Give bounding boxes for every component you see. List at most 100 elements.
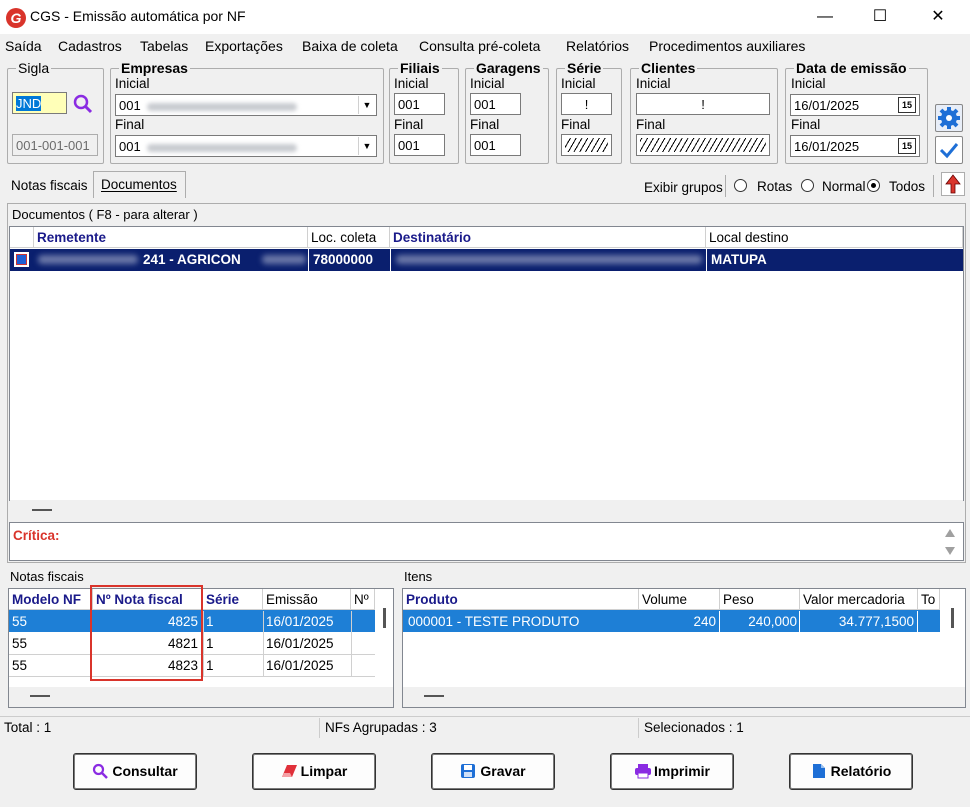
menu-cadastros[interactable]: Cadastros bbox=[58, 38, 122, 54]
data-final-input[interactable]: 16/01/2025 15 bbox=[790, 135, 920, 157]
cell-modelo: 55 bbox=[12, 658, 28, 673]
maximize-button[interactable]: ☐ bbox=[870, 8, 890, 26]
filial-final-input[interactable]: 001 bbox=[394, 134, 445, 156]
cliente-inicial-input[interactable]: ! bbox=[636, 93, 770, 115]
col-header-local-destino[interactable]: Local destino bbox=[706, 227, 963, 248]
cell-emissao: 16/01/2025 bbox=[266, 658, 334, 673]
document-icon bbox=[811, 757, 827, 778]
menu-tabelas[interactable]: Tabelas bbox=[140, 38, 188, 54]
close-button[interactable]: ✕ bbox=[928, 8, 948, 26]
tab-documentos[interactable]: Documentos bbox=[93, 171, 186, 198]
clientes-legend: Clientes bbox=[639, 60, 698, 76]
data-inicial-label: Inicial bbox=[791, 76, 826, 91]
row-checkbox[interactable] bbox=[13, 251, 30, 268]
col-sep bbox=[351, 611, 352, 677]
menu-exportacoes[interactable]: Exportações bbox=[205, 38, 283, 54]
menu-saida[interactable]: Saída bbox=[5, 38, 42, 54]
radio-todos[interactable] bbox=[867, 179, 880, 192]
status-agrupadas: NFs Agrupadas : 3 bbox=[321, 718, 639, 738]
app-logo-icon: G bbox=[6, 8, 26, 28]
col-sep bbox=[263, 611, 264, 677]
col-sep bbox=[390, 249, 391, 271]
scroll-up-icon[interactable] bbox=[944, 527, 956, 539]
garagem-inicial-input[interactable]: 001 bbox=[470, 93, 521, 115]
menu-consulta-pre-coleta[interactable]: Consulta pré-coleta bbox=[419, 38, 540, 54]
serie-final-label: Final bbox=[561, 117, 591, 132]
empresas-legend: Empresas bbox=[119, 60, 190, 76]
col-header-emissao[interactable]: Emissão bbox=[263, 589, 351, 610]
col-header-total[interactable]: To bbox=[918, 589, 940, 610]
horizontal-scrollbar[interactable] bbox=[424, 695, 444, 697]
radio-normal[interactable] bbox=[801, 179, 814, 192]
limpar-button[interactable]: Limpar bbox=[252, 753, 376, 790]
menu-relatorios[interactable]: Relatórios bbox=[566, 38, 629, 54]
clientes-inicial-label: Inicial bbox=[636, 76, 671, 91]
search-icon bbox=[92, 757, 109, 779]
vertical-scrollbar[interactable] bbox=[951, 608, 954, 628]
data-inicial-input[interactable]: 16/01/2025 15 bbox=[790, 94, 920, 116]
col-header-produto[interactable]: Produto bbox=[403, 589, 639, 610]
vertical-scrollbar[interactable] bbox=[383, 608, 386, 628]
empresas-inicial-label: Inicial bbox=[115, 76, 150, 91]
empresa-inicial-value: 001 bbox=[119, 98, 141, 113]
relatorio-button[interactable]: Relatório bbox=[789, 753, 913, 790]
col-header-serie[interactable]: Série bbox=[203, 589, 263, 610]
col-header-destinatario[interactable]: Destinatário bbox=[390, 227, 706, 248]
cell-serie: 1 bbox=[206, 658, 214, 673]
relatorio-label: Relatório bbox=[830, 763, 892, 779]
col-sep bbox=[799, 611, 800, 632]
sigla-input[interactable]: JND bbox=[12, 92, 67, 114]
gear-icon[interactable] bbox=[935, 104, 963, 132]
serie-final-input[interactable] bbox=[561, 134, 612, 156]
menu-procedimentos[interactable]: Procedimentos auxiliares bbox=[649, 38, 805, 54]
horizontal-scrollbar[interactable] bbox=[30, 695, 50, 697]
cell-modelo: 55 bbox=[12, 636, 28, 651]
empresa-inicial-select[interactable]: 001 ▼ bbox=[115, 94, 377, 116]
col-header-peso[interactable]: Peso bbox=[720, 589, 800, 610]
empresa-final-select[interactable]: 001 ▼ bbox=[115, 135, 377, 157]
cell-local-destino: MATUPA bbox=[711, 252, 767, 267]
serie-legend: Série bbox=[565, 60, 604, 76]
radio-rotas[interactable] bbox=[734, 179, 747, 192]
serie-inicial-input[interactable]: ! bbox=[561, 93, 612, 115]
separator bbox=[725, 175, 726, 197]
col-header-volume[interactable]: Volume bbox=[639, 589, 720, 610]
serie-inicial-label: Inicial bbox=[561, 76, 596, 91]
cell-emissao: 16/01/2025 bbox=[266, 614, 334, 629]
col-header-loc-coleta[interactable]: Loc. coleta bbox=[308, 227, 390, 248]
scroll-down-icon[interactable] bbox=[944, 545, 956, 557]
cell-produto: 000001 - TESTE PRODUTO bbox=[408, 614, 580, 629]
critica-label: Crítica: bbox=[13, 528, 60, 543]
empresas-final-label: Final bbox=[115, 117, 145, 132]
clientes-final-label: Final bbox=[636, 117, 666, 132]
calendar-icon[interactable]: 15 bbox=[898, 97, 916, 113]
garagens-inicial-label: Inicial bbox=[470, 76, 505, 91]
filial-inicial-input[interactable]: 001 bbox=[394, 93, 445, 115]
col-header-n[interactable]: Nº bbox=[351, 589, 375, 610]
gravar-button[interactable]: Gravar bbox=[431, 753, 555, 790]
calendar-icon[interactable]: 15 bbox=[898, 138, 916, 154]
cliente-final-input[interactable] bbox=[636, 134, 770, 156]
arrow-up-icon[interactable] bbox=[941, 172, 965, 196]
horizontal-scrollbar[interactable] bbox=[32, 509, 52, 511]
itens-scroll-area bbox=[403, 687, 965, 707]
menu-baixa-coleta[interactable]: Baixa de coleta bbox=[302, 38, 398, 54]
col-header-remetente[interactable]: Remetente bbox=[34, 227, 308, 248]
exibir-grupos-label: Exibir grupos bbox=[644, 180, 723, 195]
eraser-icon bbox=[281, 757, 297, 777]
tab-notas-fiscais[interactable]: Notas fiscais bbox=[11, 178, 88, 193]
checkmark-icon[interactable] bbox=[935, 136, 963, 164]
col-header-modelo-nf[interactable]: Modelo NF bbox=[9, 589, 93, 610]
cell-valor: 34.777,1500 bbox=[838, 614, 914, 629]
chevron-down-icon[interactable]: ▼ bbox=[358, 96, 375, 114]
cell-emissao: 16/01/2025 bbox=[266, 636, 334, 651]
col-header-valor[interactable]: Valor mercadoria bbox=[800, 589, 918, 610]
consultar-button[interactable]: Consultar bbox=[73, 753, 197, 790]
data-inicial-value: 16/01/2025 bbox=[794, 98, 860, 113]
imprimir-button[interactable]: Imprimir bbox=[610, 753, 734, 790]
radio-normal-label: Normal bbox=[822, 179, 866, 194]
garagem-final-input[interactable]: 001 bbox=[470, 134, 521, 156]
minimize-button[interactable]: — bbox=[815, 8, 835, 26]
chevron-down-icon[interactable]: ▼ bbox=[358, 137, 375, 155]
search-icon[interactable] bbox=[73, 94, 93, 114]
